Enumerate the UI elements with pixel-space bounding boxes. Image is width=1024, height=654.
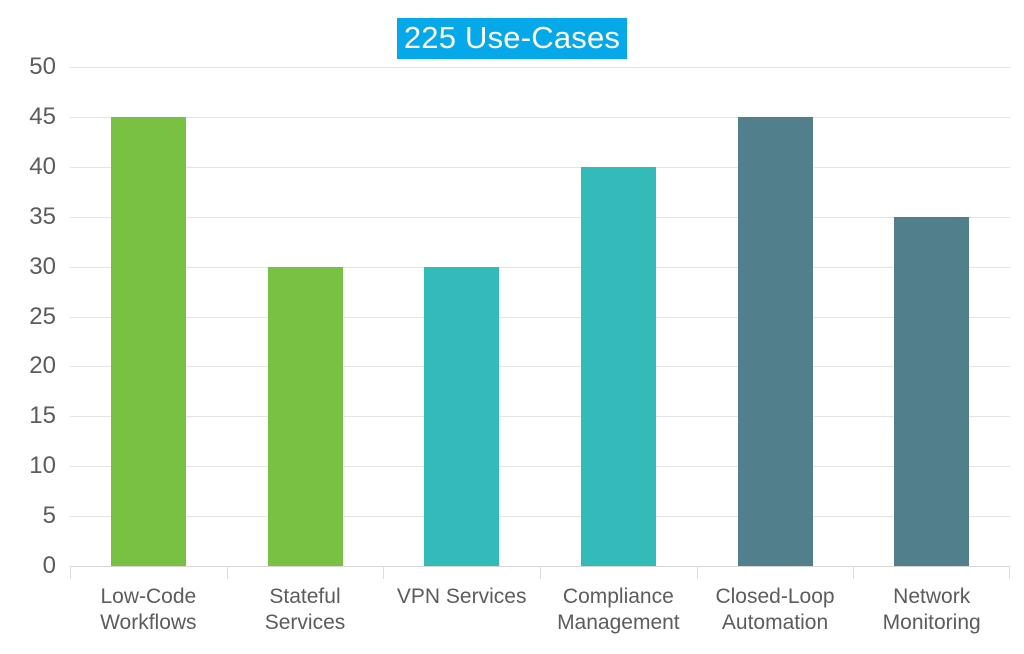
x-axis-tick-mark: [70, 566, 71, 579]
x-axis-category-line: VPN Services: [396, 585, 527, 608]
x-axis-category-line: Network: [893, 585, 971, 608]
y-axis-tick-label: 5: [42, 502, 56, 530]
x-axis-tick-mark: [696, 566, 698, 579]
x-axis-tick-mark: [853, 566, 855, 579]
y-axis-tick-label: 15: [29, 402, 56, 430]
x-axis-category-line: Workflows: [100, 611, 197, 635]
x-axis-category-line: Compliance: [562, 585, 674, 608]
x-axis-category: Low-Code Workflows: [70, 566, 227, 654]
x-axis-category-labels: Low-Code Workflows Stateful Services VPN Ser…: [70, 566, 1011, 654]
bar[interactable]: [267, 266, 343, 566]
x-axis-category: Stateful Services: [226, 566, 384, 654]
bar-slot: [697, 67, 854, 566]
y-axis-tick-label: 35: [29, 202, 56, 230]
y-axis-tick-label: 30: [29, 252, 56, 280]
y-axis-tick-label: 20: [29, 352, 56, 380]
plot-area: [70, 67, 1010, 567]
y-axis-tick-label: 25: [29, 302, 56, 330]
x-axis-category-line: Low-Code: [100, 585, 197, 608]
x-axis-category: Closed-Loop Automation: [696, 566, 854, 654]
x-axis-category-line: Closed-Loop: [715, 585, 835, 608]
bar-chart: 225 Use-Cases 50 45 40 35 30 25 20 15 10 5 0 Low-C…: [0, 0, 1024, 654]
bar-series: [70, 67, 1010, 566]
chart-title: 225 Use-Cases: [396, 18, 628, 60]
chart-title-container: 225 Use-Cases: [0, 18, 1024, 60]
x-axis-category-line: Automation: [721, 611, 829, 635]
y-axis-tick-label: 40: [29, 152, 56, 180]
bar-slot: [540, 67, 697, 566]
x-axis-category-line: Monitoring: [882, 611, 981, 635]
bar-slot: [383, 67, 540, 566]
x-axis-tick-mark: [226, 566, 228, 579]
y-axis-tick-label: 10: [29, 452, 56, 480]
x-axis-tick-mark: [383, 566, 385, 579]
x-axis-category: Compliance Management: [540, 566, 697, 654]
x-axis-tick-mark: [540, 566, 542, 579]
x-axis-tick-mark: [1009, 566, 1011, 579]
bar-slot: [70, 67, 227, 566]
x-axis-category-line: Management: [557, 611, 680, 635]
x-axis-category-line: Services: [264, 611, 346, 635]
bar[interactable]: [110, 116, 186, 566]
bar[interactable]: [894, 216, 970, 566]
bar[interactable]: [424, 266, 500, 566]
bar-slot: [853, 67, 1010, 566]
bar-slot: [227, 67, 384, 566]
y-axis-tick-labels: 50 45 40 35 30 25 20 15 10 5 0: [0, 55, 56, 578]
bar[interactable]: [580, 166, 656, 566]
x-axis-category-line: Stateful: [269, 585, 341, 608]
x-axis-category: VPN Services: [383, 566, 540, 654]
bar[interactable]: [737, 116, 813, 566]
y-axis-tick-label: 50: [29, 53, 56, 80]
y-axis-tick-label: 45: [29, 102, 56, 130]
x-axis-category: Network Monitoring: [853, 566, 1011, 654]
y-axis-tick-label: 0: [42, 552, 56, 579]
